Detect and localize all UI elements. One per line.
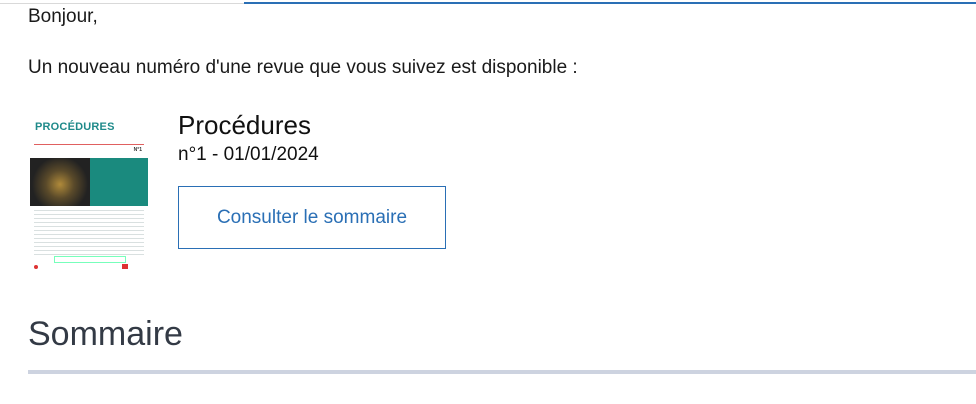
journal-issue: n°1 - 01/01/2024 xyxy=(178,144,319,165)
consult-summary-button[interactable]: Consulter le sommaire xyxy=(178,186,446,249)
journal-cover-image[interactable]: PROCÉDURES N°1 xyxy=(30,114,148,272)
cover-title: PROCÉDURES xyxy=(35,121,115,133)
cover-footer-box xyxy=(54,256,126,263)
summary-heading: Sommaire xyxy=(28,315,183,353)
cover-photo xyxy=(30,158,90,206)
intro-text: Un nouveau numéro d'une revue que vous s… xyxy=(28,57,578,78)
cover-number: N°1 xyxy=(133,147,142,153)
greeting-text: Bonjour, xyxy=(28,6,98,27)
top-divider-left xyxy=(0,3,244,4)
summary-divider xyxy=(28,370,976,374)
cover-rule xyxy=(34,144,144,145)
cover-contents xyxy=(34,210,144,256)
top-divider-accent xyxy=(244,2,976,4)
cover-mark-icon xyxy=(122,264,128,269)
journal-title: Procédures xyxy=(178,110,311,140)
publisher-logo-icon xyxy=(34,265,38,269)
